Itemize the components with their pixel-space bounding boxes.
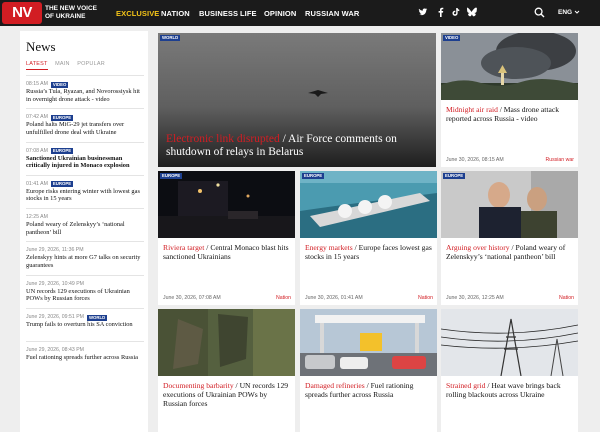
headline-highlight: Documenting barbarity	[163, 381, 234, 390]
news-time: 08:15 AM	[26, 81, 48, 87]
news-time: 01:41 AM	[26, 180, 48, 187]
news-item[interactable]: June 29, 2026, 08:43 PM Fuel rationing s…	[26, 341, 144, 374]
article-headline[interactable]: Documenting barbarity / UN records 129 e…	[163, 381, 291, 409]
news-tag: WORLD	[86, 314, 108, 321]
headline-highlight: Electronic link disrupted	[166, 133, 280, 145]
news-headline[interactable]: Poland halts MiG-29 jet transfers over u…	[26, 121, 144, 136]
nav-opinion[interactable]: OPINION	[264, 9, 296, 18]
article-headline[interactable]: Riviera target / Central Monaco blast hi…	[163, 243, 291, 261]
news-item[interactable]: 01:41 AM EUROPE Europe risks entering win…	[26, 174, 144, 208]
article-section[interactable]: Russian war	[545, 157, 574, 163]
news-headline[interactable]: Poland weary of Zelenskyy’s ‘national pa…	[26, 221, 144, 236]
article-card[interactable]: VIDEO Midnight air raid / Mass drone att…	[441, 33, 578, 167]
category-badge: WORLD	[160, 35, 181, 41]
bluesky-icon[interactable]	[466, 7, 477, 18]
nv-logo[interactable]: NV	[2, 2, 42, 24]
headline-highlight: Damaged refineries	[305, 381, 365, 390]
article-card[interactable]: Strained grid / Heat wave brings back ro…	[441, 309, 578, 432]
news-tag: EUROPE	[50, 114, 74, 121]
article-image	[441, 171, 578, 238]
headline-highlight: Energy markets	[305, 243, 353, 252]
headline-highlight: Midnight air raid	[446, 105, 498, 114]
news-tag: EUROPE	[50, 148, 74, 155]
news-tabs: LATEST MAIN POPULAR	[26, 61, 144, 70]
news-item[interactable]: June 29, 2026, 09:51 PM WORLD Trump fails…	[26, 308, 144, 341]
article-section[interactable]: Nation	[559, 295, 574, 301]
article-headline[interactable]: Arguing over history / Poland weary of Z…	[446, 243, 574, 261]
news-time: June 29, 2026, 09:51 PM	[26, 314, 84, 321]
headline-highlight: Strained grid	[446, 381, 486, 390]
tab-latest[interactable]: LATEST	[26, 61, 48, 70]
article-headline[interactable]: Damaged refineries / Fuel rationing spre…	[305, 381, 433, 399]
news-headline[interactable]: UN records 129 executions of Ukrainian P…	[26, 288, 144, 303]
hero-article[interactable]: WORLD Electronic link disrupted / Air Fo…	[158, 33, 436, 167]
article-card[interactable]: Damaged refineries / Fuel rationing spre…	[300, 309, 437, 432]
article-card[interactable]: Documenting barbarity / UN records 129 e…	[158, 309, 295, 432]
twitter-icon[interactable]	[418, 7, 428, 18]
headline-highlight: Riviera target	[163, 243, 205, 252]
article-section[interactable]: Nation	[418, 295, 433, 301]
nav-business[interactable]: BUSINESS	[199, 9, 238, 18]
article-date: June 30, 2026, 01:41 AM	[305, 295, 363, 301]
article-card[interactable]: EUROPE Arguing over history / Poland wea…	[441, 171, 578, 305]
category-badge: VIDEO	[443, 35, 461, 41]
chevron-down-icon[interactable]	[574, 9, 580, 15]
article-image	[300, 171, 437, 238]
news-title: News	[26, 39, 56, 54]
tiktok-icon[interactable]	[451, 7, 461, 18]
article-image	[441, 33, 578, 100]
brand-tagline[interactable]: THE NEW VOICE OF UKRAINE	[45, 5, 105, 21]
category-badge: EUROPE	[160, 173, 183, 179]
nav-nation[interactable]: NATION	[161, 9, 190, 18]
article-headline[interactable]: Energy markets / Europe faces lowest gas…	[305, 243, 433, 261]
article-headline[interactable]: Midnight air raid / Mass drone attack re…	[446, 105, 574, 123]
news-time: June 29, 2026, 10:49 PM	[26, 280, 84, 287]
article-card[interactable]: EUROPE Energy markets / Europe faces low…	[300, 171, 437, 305]
nav-life[interactable]: LIFE	[240, 9, 257, 18]
category-badge: EUROPE	[302, 173, 325, 179]
article-image	[441, 309, 578, 376]
hero-headline[interactable]: Electronic link disrupted / Air Force co…	[166, 133, 436, 159]
tab-main[interactable]: MAIN	[55, 61, 70, 67]
article-image	[300, 309, 437, 376]
article-headline[interactable]: Strained grid / Heat wave brings back ro…	[446, 381, 574, 399]
facebook-icon[interactable]	[436, 7, 446, 18]
article-image	[158, 309, 295, 376]
news-time: June 29, 2026, 08:43 PM	[26, 347, 84, 354]
article-section[interactable]: Nation	[276, 295, 291, 301]
article-date: June 30, 2026, 07:08 AM	[163, 295, 221, 301]
news-time: 07:42 AM	[26, 114, 48, 121]
article-card[interactable]: EUROPE Riviera target / Central Monaco b…	[158, 171, 295, 305]
news-headline[interactable]: Europe risks entering winter with lowest…	[26, 188, 144, 203]
news-time: June 29, 2026, 11:36 PM	[26, 247, 84, 254]
tab-popular[interactable]: POPULAR	[77, 61, 105, 67]
news-item[interactable]: 07:42 AM EUROPE Poland halts MiG-29 jet t…	[26, 108, 144, 141]
news-time: 07:08 AM	[26, 147, 48, 154]
nav-exclusive[interactable]: EXCLUSIVE	[116, 9, 159, 18]
news-headline[interactable]: Russia’s Tula, Ryazan, and Novorossiysk …	[26, 88, 144, 103]
category-badge: EUROPE	[443, 173, 466, 179]
news-item[interactable]: 07:08 AM EUROPE Sanctioned Ukrainian busi…	[26, 141, 144, 175]
news-sidebar: News LATEST MAIN POPULAR 08:15 AM VIDEO R…	[20, 31, 148, 432]
language-selector[interactable]: ENG	[558, 9, 572, 16]
top-navigation-bar: NV THE NEW VOICE OF UKRAINE EXCLUSIVE NA…	[0, 0, 600, 26]
news-item[interactable]: 08:15 AM VIDEO Russia’s Tula, Ryazan, and…	[26, 75, 144, 108]
nav-russian-war[interactable]: RUSSIAN WAR	[305, 9, 359, 18]
news-item[interactable]: June 29, 2026, 10:49 PM UN records 129 e…	[26, 274, 144, 308]
news-tag: VIDEO	[50, 81, 69, 88]
news-tag: EUROPE	[50, 181, 74, 188]
news-headline[interactable]: Trump fails to overturn his SA convictio…	[26, 321, 144, 329]
news-headline[interactable]: Sanctioned Ukrainian businessman critica…	[26, 155, 144, 170]
news-headline[interactable]: Fuel rationing spreads further across Ru…	[26, 354, 144, 362]
article-image	[158, 171, 295, 238]
news-item[interactable]: June 29, 2026, 11:36 PM Zelenskyy hints …	[26, 241, 144, 274]
headline-highlight: Arguing over history	[446, 243, 510, 252]
news-headline[interactable]: Zelenskyy hints at more G7 talks on secu…	[26, 254, 144, 269]
article-date: June 30, 2026, 08:15 AM	[446, 157, 504, 163]
news-time: 12:25 AM	[26, 214, 48, 221]
article-date: June 30, 2026, 12:25 AM	[446, 295, 504, 301]
search-icon[interactable]	[534, 7, 545, 18]
news-item[interactable]: 12:25 AM Poland weary of Zelenskyy’s ‘na…	[26, 208, 144, 241]
